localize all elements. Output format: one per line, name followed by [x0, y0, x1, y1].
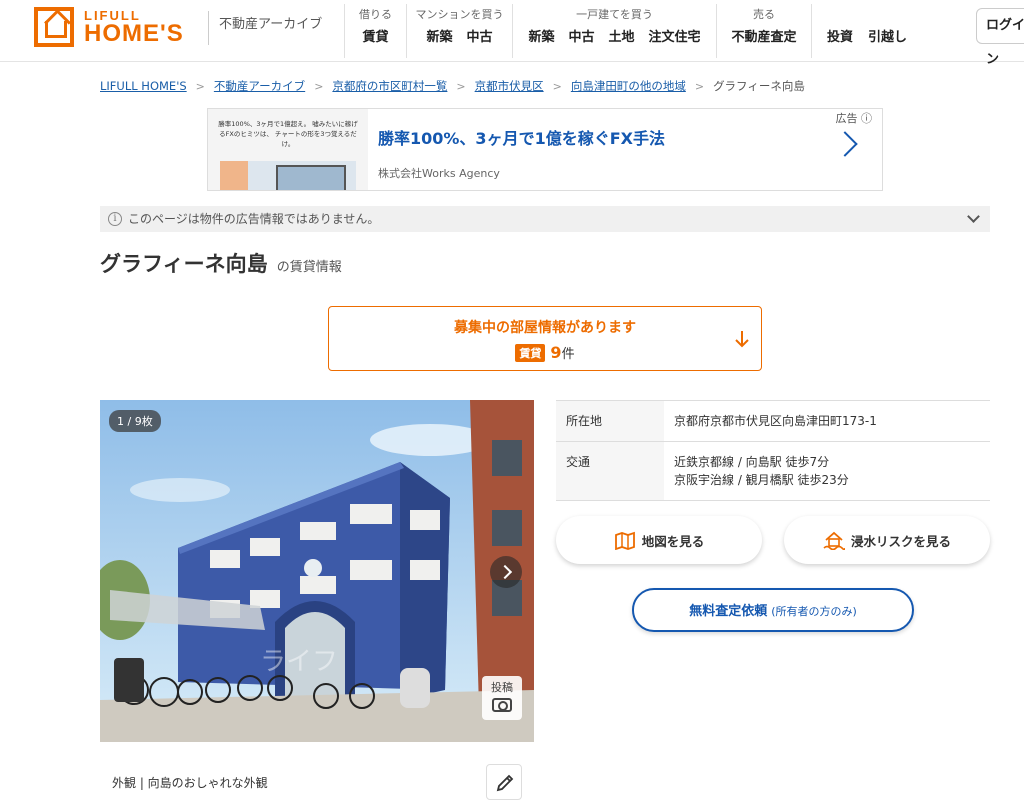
- ad-title[interactable]: 勝率100%、3ヶ月で1億を稼ぐFX手法: [378, 125, 665, 149]
- photo-watermark: ライフ: [260, 647, 338, 677]
- info-value: 京都府京都市伏見区向島津田町173-1: [664, 401, 990, 441]
- building-image: ライフ: [100, 400, 534, 742]
- vacancy-unit: 件: [561, 347, 575, 362]
- breadcrumb-current: グラフィーネ向島: [713, 79, 805, 93]
- info-row-transport: 交通 近鉄京都線 / 向島駅 徒歩7分 京阪宇治線 / 観月橋駅 徒歩23分: [556, 442, 990, 501]
- house-logo-icon: [34, 7, 74, 47]
- post-photo-button[interactable]: 投稿: [482, 676, 522, 720]
- logo-wordmark: LIFULL HOME'S: [84, 9, 184, 46]
- property-info-table: 所在地 京都府京都市伏見区向島津田町173-1 交通 近鉄京都線 / 向島駅 徒…: [556, 400, 990, 501]
- flood-risk-button[interactable]: 浸水リスクを見る: [784, 516, 990, 564]
- camera-icon: [492, 698, 512, 712]
- nav-item-moving[interactable]: 引越し: [868, 26, 907, 45]
- nav-group-buy-mansion: マンションを買う 新築 中古: [406, 4, 512, 58]
- breadcrumb-chevron-icon: >: [456, 79, 466, 93]
- notice-bar[interactable]: i このページは物件の広告情報ではありません。: [100, 206, 990, 232]
- breadcrumb-chevron-icon: >: [552, 79, 562, 93]
- breadcrumb-chevron-icon: >: [694, 79, 705, 93]
- logo-bottom-text: HOME'S: [84, 19, 184, 47]
- breadcrumb-chevron-icon: >: [314, 79, 324, 93]
- nav-group-title: 借りる: [359, 8, 392, 21]
- edit-button[interactable]: [486, 764, 522, 800]
- appraisal-sub-label: (所有者の方のみ): [771, 605, 857, 618]
- breadcrumb: LIFULL HOME'S > 不動産アーカイブ > 京都府の市区町村一覧 > 京都市…: [100, 78, 805, 94]
- lifull-homes-logo[interactable]: LIFULL HOME'S: [34, 7, 184, 47]
- info-label: 交通: [556, 442, 664, 500]
- ad-label[interactable]: 広告 ⓘ: [836, 110, 873, 126]
- nav-group-buy-house: 一戸建てを買う 新築 中古 土地 注文住宅: [512, 4, 716, 58]
- breadcrumb-link[interactable]: 向島津田町の他の地域: [571, 78, 686, 94]
- vacancy-info-button[interactable]: 募集中の部屋情報があります 賃貸 9件: [328, 306, 762, 371]
- breadcrumb-chevron-icon: >: [195, 79, 205, 93]
- ad-banner[interactable]: 勝率100%、3ヶ月で1億超え。 噓みたいに稼げるFXのヒミツは、 チャートの形…: [207, 108, 883, 191]
- rent-badge: 賃貸: [515, 343, 546, 362]
- login-button[interactable]: ログイン: [976, 8, 1024, 67]
- view-map-button[interactable]: 地図を見る: [556, 516, 762, 564]
- appraisal-main-label: 無料査定依頼: [689, 604, 768, 619]
- nav-group-title: 売る: [753, 8, 775, 21]
- photo-caption: 外観 | 向島のおしゃれな外観: [112, 776, 268, 790]
- nav-item-mansion-new[interactable]: 新築: [426, 26, 452, 45]
- next-photo-button[interactable]: [490, 556, 522, 588]
- transport-line: 近鉄京都線 / 向島駅 徒歩7分: [674, 455, 830, 469]
- nav-group-rent: 借りる 賃貸: [344, 4, 406, 58]
- map-icon: [614, 531, 635, 550]
- ad-thumbnail-text: 勝率100%、3ヶ月で1億超え。 噓みたいに稼げるFXのヒミツは、 チャートの形…: [218, 120, 358, 148]
- photo-counter: 1 / 9枚: [109, 410, 161, 432]
- info-value: 近鉄京都線 / 向島駅 徒歩7分 京阪宇治線 / 観月橋駅 徒歩23分: [664, 442, 990, 500]
- laptop-image: [220, 161, 356, 190]
- breadcrumb-link[interactable]: 京都市伏見区: [475, 78, 544, 94]
- arrow-down-icon: [735, 331, 749, 348]
- chevron-down-icon[interactable]: [967, 210, 980, 223]
- property-suffix: の賃貸情報: [276, 260, 342, 275]
- flood-house-icon: [823, 531, 845, 550]
- ad-label-text: 広告: [835, 112, 858, 125]
- post-label: 投稿: [491, 681, 513, 694]
- nav-item-appraisal[interactable]: 不動産査定: [731, 26, 796, 45]
- nav-item-house-used[interactable]: 中古: [568, 26, 594, 45]
- site-header: LIFULL HOME'S 不動産アーカイブ 借りる 賃貸 マンションを買う 新…: [0, 0, 1024, 67]
- breadcrumb-link[interactable]: LIFULL HOME'S: [100, 79, 187, 93]
- breadcrumb-link[interactable]: 京都府の市区町村一覧: [332, 78, 447, 94]
- info-row-address: 所在地 京都府京都市伏見区向島津田町173-1: [556, 401, 990, 442]
- transport-line: 京阪宇治線 / 観月橋駅 徒歩23分: [674, 473, 849, 487]
- address-text: 京都府京都市伏見区向島津田町173-1: [674, 414, 877, 428]
- nav-item-invest[interactable]: 投資: [827, 26, 853, 45]
- nav-item-mansion-used[interactable]: 中古: [467, 26, 493, 45]
- property-name: グラフィーネ向島: [100, 252, 268, 276]
- property-photo[interactable]: ライフ 1 / 9枚: [100, 400, 534, 742]
- vacancy-title: 募集中の部屋情報があります: [454, 320, 636, 336]
- nav-item-land[interactable]: 土地: [609, 26, 635, 45]
- nav-item-house-new[interactable]: 新築: [528, 26, 554, 45]
- pencil-icon: [496, 774, 514, 792]
- view-map-label: 地図を見る: [641, 533, 705, 549]
- info-label: 所在地: [556, 401, 664, 441]
- nav-group-sell: 売る 不動産査定: [716, 4, 812, 58]
- nav-group-title: マンションを買う: [415, 8, 504, 21]
- chevron-right-icon[interactable]: [832, 131, 858, 157]
- nav-group-title: 一戸建てを買う: [576, 8, 653, 21]
- nav-item-custom-home[interactable]: 注文住宅: [649, 26, 701, 45]
- ad-company: 株式会社Works Agency: [378, 167, 500, 180]
- archive-label: 不動産アーカイブ: [208, 11, 322, 45]
- ad-info-icon: ⓘ: [861, 112, 872, 125]
- ad-thumbnail: 勝率100%、3ヶ月で1億超え。 噓みたいに稼げるFXのヒミツは、 チャートの形…: [208, 109, 368, 190]
- nav-item-rent[interactable]: 賃貸: [362, 26, 388, 45]
- flood-risk-label: 浸水リスクを見る: [850, 533, 951, 549]
- info-icon: i: [108, 212, 122, 226]
- notice-text: このページは物件の広告情報ではありません。: [128, 212, 380, 226]
- breadcrumb-link[interactable]: 不動産アーカイブ: [214, 78, 305, 94]
- free-appraisal-button[interactable]: 無料査定依頼 (所有者の方のみ): [632, 588, 914, 632]
- vacancy-count: 9: [550, 343, 562, 362]
- page-title: グラフィーネ向島 の賃貸情報: [100, 248, 342, 278]
